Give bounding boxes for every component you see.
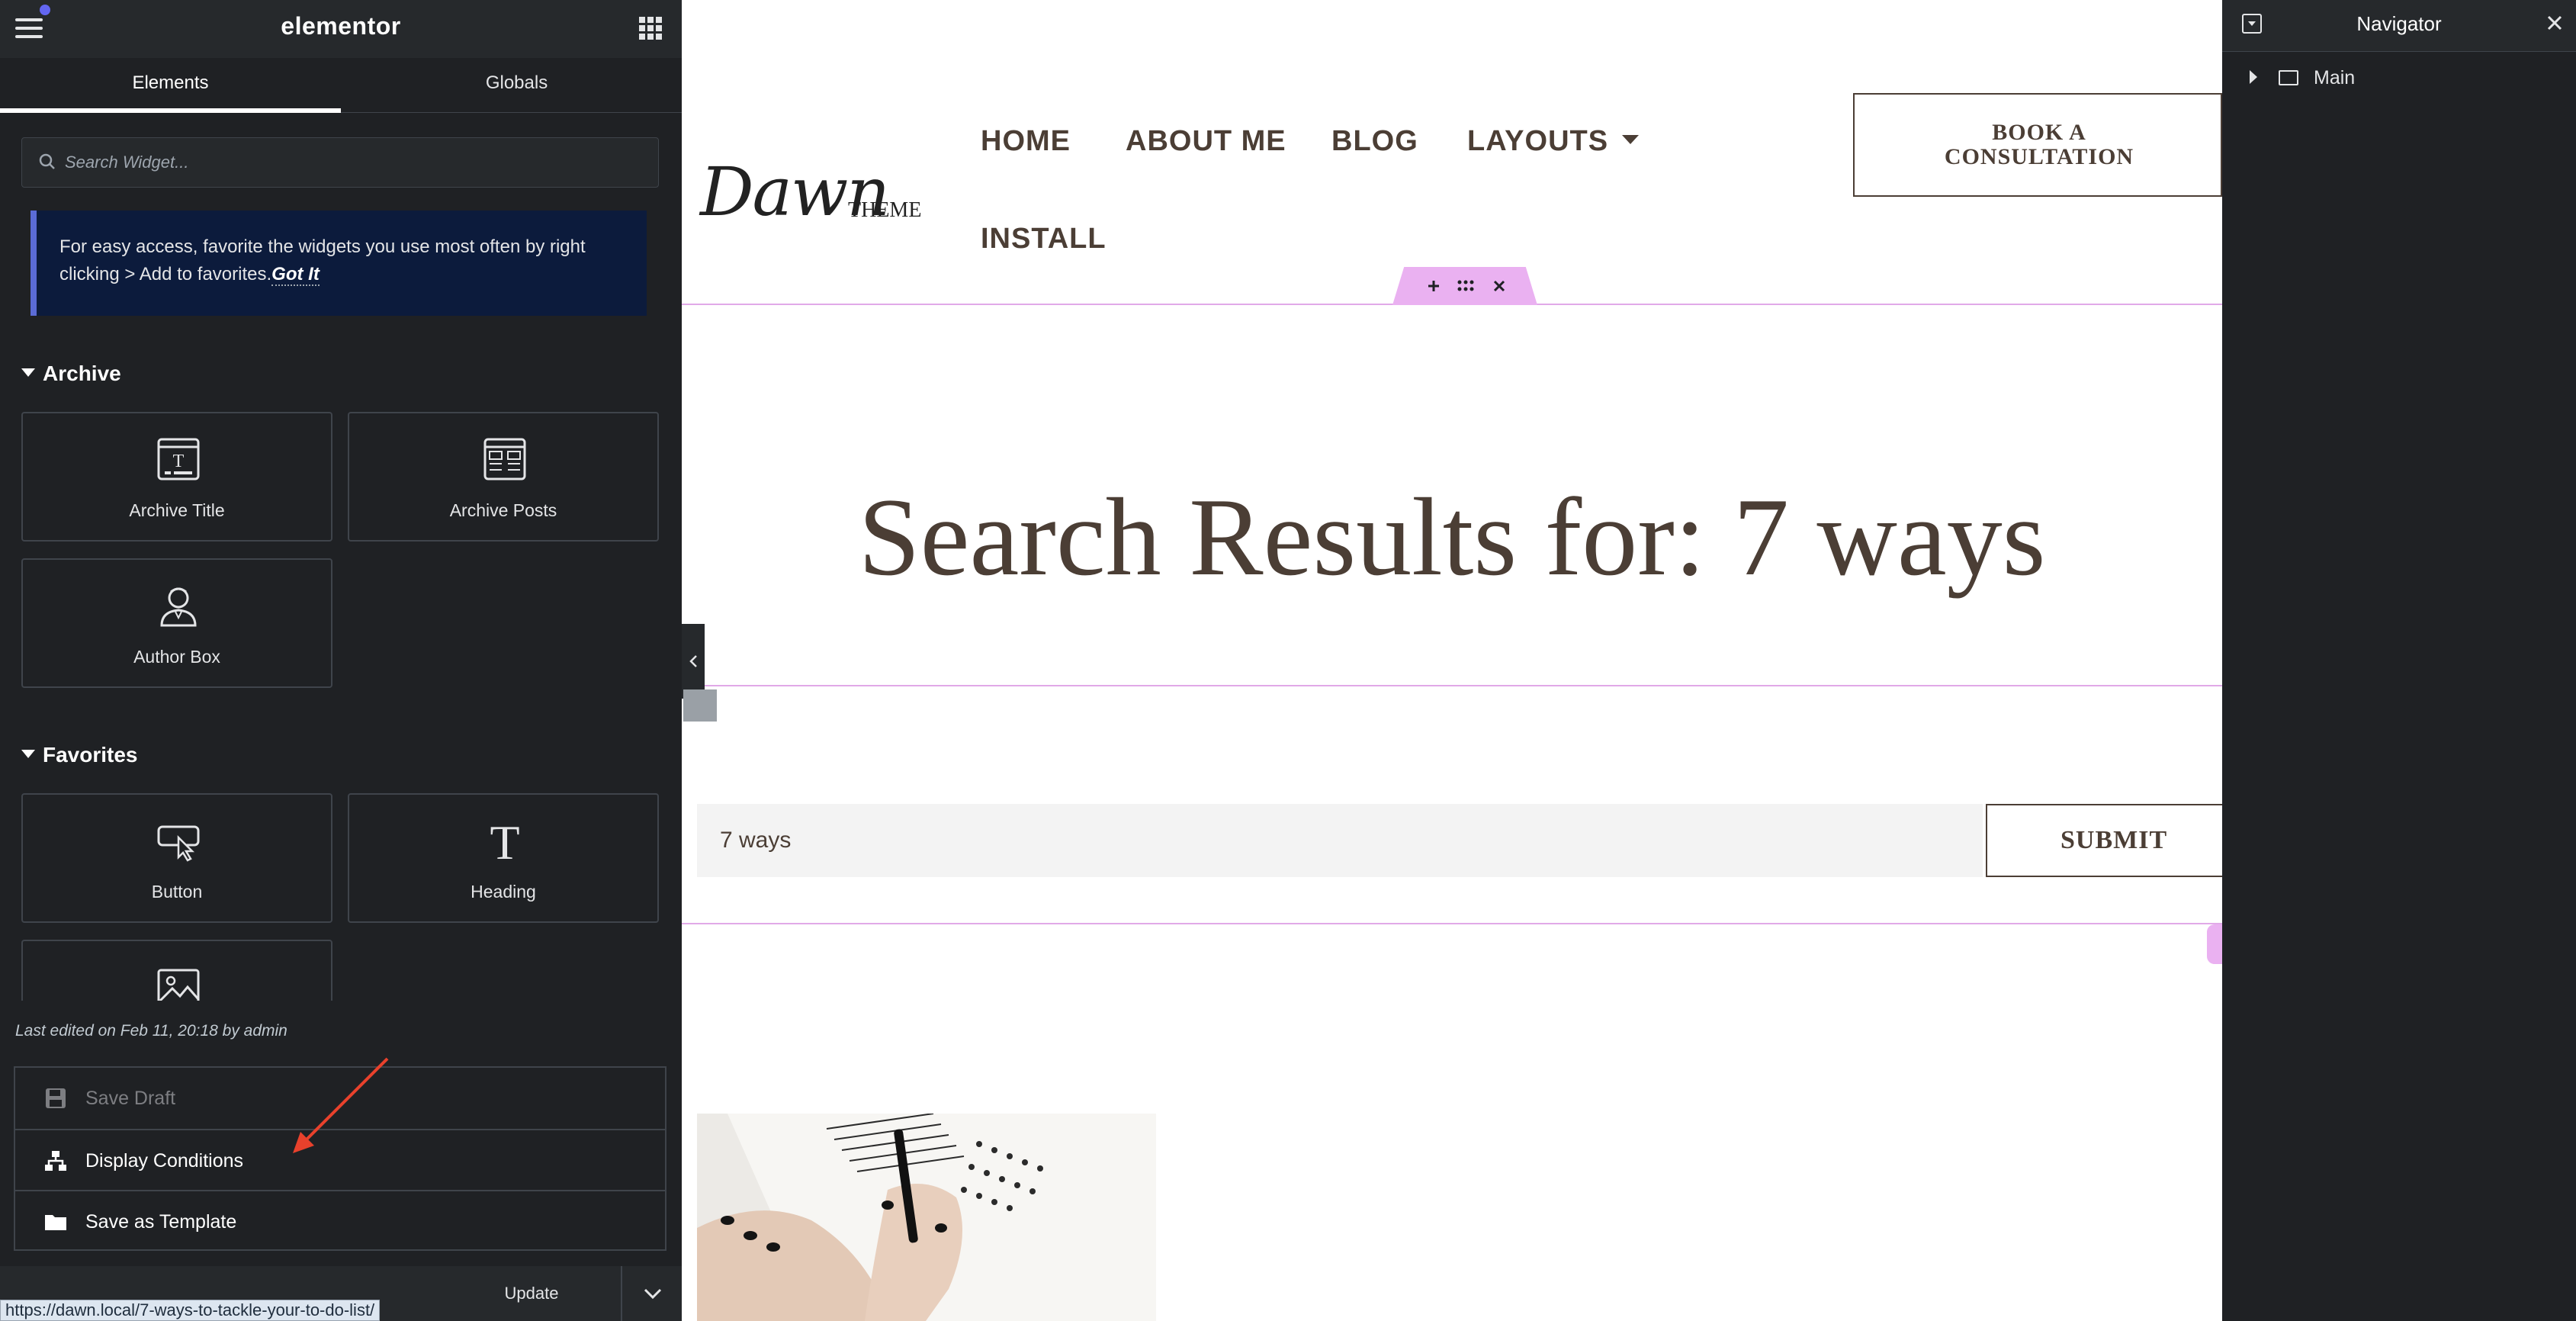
book-consultation-button[interactable]: BOOK A CONSULTATION	[1853, 93, 2222, 197]
tab-elements[interactable]: Elements	[0, 58, 341, 113]
widgets-grid-icon[interactable]	[639, 17, 662, 40]
save-options-toggle[interactable]	[621, 1266, 682, 1321]
panel-header: elementor	[0, 0, 682, 58]
caret-down-icon	[21, 750, 35, 759]
widget-heading[interactable]: T Heading	[348, 793, 659, 923]
search-field[interactable]	[697, 804, 1983, 877]
save-as-template-label: Save as Template	[85, 1211, 237, 1233]
navigator-item-label: Main	[2314, 67, 2356, 88]
last-edited-text: Last edited on Feb 11, 20:18 by admin	[15, 1022, 287, 1040]
section-border	[682, 923, 2222, 924]
elementor-logo: elementor	[281, 12, 401, 40]
post-thumbnail-image[interactable]	[697, 1114, 1156, 1321]
annotation-arrow-icon	[293, 1057, 389, 1153]
nav-layouts[interactable]: LAYOUTS	[1467, 125, 1640, 158]
tab-globals[interactable]: Globals	[346, 58, 682, 113]
nav-home[interactable]: HOME	[981, 125, 1071, 158]
section-toolbar[interactable]	[1392, 267, 1537, 305]
widget-label: Archive Title	[129, 500, 225, 520]
update-button[interactable]: Update	[442, 1266, 621, 1321]
submit-button[interactable]: SUBMIT	[1986, 804, 2222, 877]
svg-text:T: T	[490, 818, 519, 863]
favorites-notice-text: For easy access, favorite the widgets yo…	[59, 236, 586, 284]
widget-button[interactable]: Button	[21, 793, 332, 923]
section-side-handle[interactable]	[2207, 924, 2222, 964]
book-consultation-label: BOOK A CONSULTATION	[1944, 120, 2134, 169]
page-canvas: Dawn THEME HOME ABOUT ME BLOG LAYOUTS IN…	[682, 0, 2222, 1321]
favorites-notice: For easy access, favorite the widgets yo…	[31, 211, 647, 316]
widget-label: Heading	[471, 882, 536, 902]
svg-text:T: T	[173, 452, 185, 471]
navigator-item-main[interactable]: Main	[2244, 63, 2564, 93]
add-section-icon[interactable]	[1418, 273, 1449, 299]
widget-label: Archive Posts	[449, 500, 557, 520]
page-title: Search Results for: 7 ways	[858, 475, 2046, 599]
nav-install[interactable]: INSTALL	[981, 223, 1107, 256]
collapse-panel-toggle[interactable]	[682, 624, 705, 699]
section-favorites-title[interactable]: Favorites	[21, 743, 138, 767]
navigator-title: Navigator	[2356, 12, 2442, 35]
widget-author-box[interactable]: Author Box	[21, 558, 332, 688]
section-archive-label: Archive	[43, 362, 121, 385]
expand-arrow-icon[interactable]	[2250, 70, 2257, 84]
panel-tabs: Elements Globals	[0, 58, 682, 113]
widget-archive-posts[interactable]: Archive Posts	[348, 412, 659, 542]
section-border	[682, 685, 2222, 686]
folder-icon	[45, 1215, 66, 1230]
nav-blog[interactable]: BLOG	[1331, 125, 1418, 158]
close-icon[interactable]	[2544, 12, 2565, 34]
widget-search-box	[21, 137, 659, 188]
sitemap-icon	[45, 1151, 66, 1171]
widget-search-input[interactable]	[65, 146, 644, 179]
status-bar-url: https://dawn.local/7-ways-to-tackle-your…	[0, 1300, 381, 1321]
nav-layouts-label: LAYOUTS	[1467, 125, 1609, 157]
navigator-header: Navigator	[2222, 0, 2576, 52]
planner-photo	[697, 1114, 1156, 1321]
floppy-icon	[46, 1088, 66, 1108]
display-conditions-label: Display Conditions	[85, 1150, 244, 1172]
save-draft-label: Save Draft	[85, 1088, 176, 1109]
caret-down-icon	[1622, 134, 1640, 144]
widget-label: Author Box	[133, 647, 220, 667]
chevron-left-icon	[689, 655, 697, 667]
elementor-panel: elementor Elements Globals For easy acce…	[0, 0, 682, 1321]
section-favorites-label: Favorites	[43, 743, 138, 767]
section-archive-title[interactable]: Archive	[21, 362, 121, 386]
widget-edit-handle[interactable]	[683, 689, 717, 722]
archive-posts-icon	[483, 438, 526, 481]
container-icon	[2279, 70, 2298, 85]
caret-down-icon	[21, 368, 35, 378]
widget-archive-title[interactable]: T Archive Title	[21, 412, 332, 542]
widget-label: Button	[151, 882, 203, 902]
heading-icon: T	[490, 818, 519, 863]
chevron-down-icon	[644, 1288, 662, 1300]
search-icon	[39, 153, 55, 169]
site-logo-subtitle: THEME	[848, 198, 922, 222]
archive-title-icon: T	[157, 438, 200, 481]
drag-handle-icon[interactable]	[1450, 273, 1481, 299]
nav-about-me[interactable]: ABOUT ME	[1126, 125, 1286, 158]
save-as-template-item[interactable]: Save as Template	[15, 1190, 665, 1251]
navigator-panel: Navigator Main	[2222, 0, 2576, 1321]
button-icon	[157, 825, 200, 862]
close-section-icon[interactable]	[1484, 273, 1514, 299]
got-it-link[interactable]: Got It	[271, 264, 320, 286]
author-box-icon	[160, 587, 197, 627]
